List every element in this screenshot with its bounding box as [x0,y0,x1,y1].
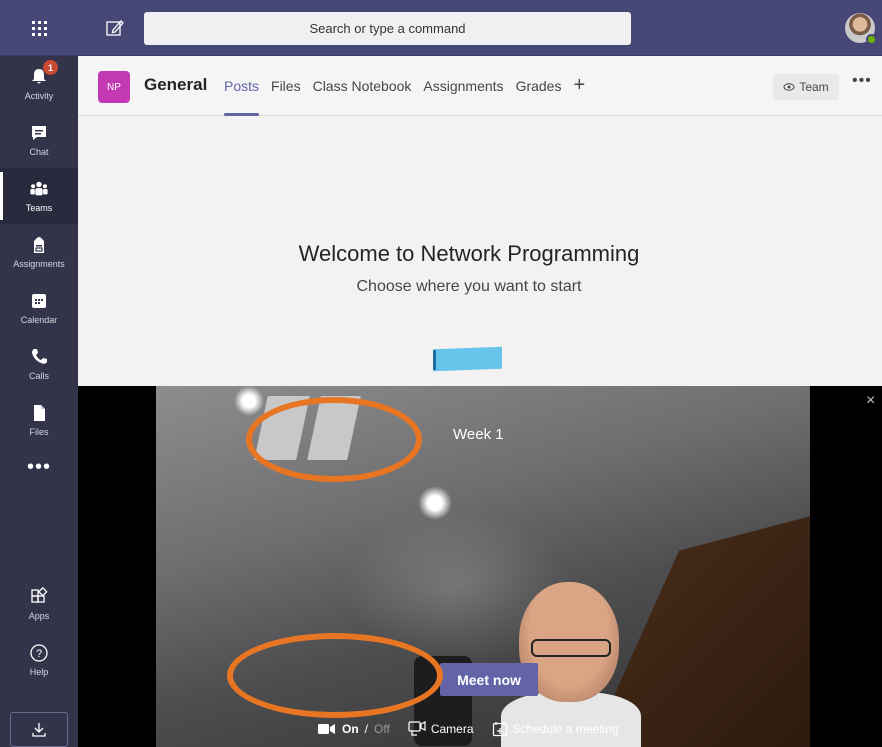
backpack-icon [29,235,49,255]
calendar-icon [29,291,49,311]
waffle-icon [31,20,47,36]
calendar-add-icon [492,722,507,737]
help-icon: ? [29,643,49,663]
download-app-button[interactable] [10,712,68,747]
team-button-label: Team [799,80,829,94]
channel-tabs: Posts Files Class Notebook Assignments G… [224,74,597,116]
channel-header: NP General Posts Files Class Notebook As… [78,56,882,116]
svg-text:?: ? [36,648,42,660]
video-camera-icon [318,724,335,734]
rail-item-calls[interactable]: Calls [0,336,78,392]
rail-item-label: Calendar [20,315,58,325]
welcome-title: Welcome to Network Programming [298,241,640,266]
meet-now-button[interactable]: Meet now [440,663,538,696]
apps-icon [29,587,49,607]
eye-icon [783,83,795,91]
close-button[interactable]: × [866,392,875,410]
welcome-subtitle: Choose where you want to start [356,278,582,295]
welcome-illustration [433,346,502,372]
phone-icon [29,347,49,367]
welcome-illustration-edge [433,350,436,370]
tab-assignments[interactable]: Assignments [423,78,503,116]
download-icon [32,722,46,737]
schedule-meeting-label: Schedule a meeting [512,722,619,736]
ceiling-light [234,386,264,416]
tab-files[interactable]: Files [271,78,301,116]
new-chat-button[interactable] [103,16,127,40]
rail-item-label: Teams [25,203,53,213]
highlight-ellipse [227,633,443,718]
rail-item-label: Assignments [13,259,65,269]
camera-button-label: Camera [430,722,474,736]
rail-item-label: Calls [28,371,49,381]
posts-pane: Welcome to Network Programming Choose wh… [78,116,882,386]
search-input[interactable]: Search or type a command [144,12,631,45]
meeting-preview: Week 1 × Meet now On / Off Camera Schedu… [78,386,882,747]
app-launcher-button[interactable] [0,0,78,56]
rail-item-calendar[interactable]: Calendar [0,280,78,336]
file-icon [29,403,49,423]
meeting-title[interactable]: Week 1 [453,426,504,443]
tab-grades[interactable]: Grades [516,78,562,116]
rail-item-label: Apps [28,611,50,621]
team-button[interactable]: Team [773,74,839,100]
camera-button[interactable]: Camera [408,721,474,737]
video-on-toggle[interactable]: On [342,722,359,736]
add-tab-button[interactable]: + [573,74,585,112]
tab-class-notebook[interactable]: Class Notebook [313,78,412,116]
camera-settings-icon [408,721,426,736]
rail-item-apps[interactable]: Apps [0,576,78,632]
rail-item-files[interactable]: Files [0,392,78,448]
toggle-separator: / [364,722,369,736]
rail-item-help[interactable]: ? Help [0,632,78,688]
rail-item-chat[interactable]: Chat [0,112,78,168]
rail-item-label: Files [29,427,49,437]
person-glasses [531,639,611,657]
video-off-toggle[interactable]: Off [374,722,390,736]
rail-item-assignments[interactable]: Assignments [0,224,78,280]
tab-posts[interactable]: Posts [224,78,260,116]
channel-name: General [144,75,208,94]
rail-item-label: Activity [24,91,54,101]
more-apps-button[interactable]: ••• [0,452,78,482]
app-header: Search or type a command [0,0,882,56]
app-bar: Activity 1 Chat Teams Assignments Calend… [0,56,78,747]
chat-icon [29,123,49,143]
notification-badge: 1 [43,60,58,75]
status-available-icon [866,34,877,45]
team-avatar: NP [98,71,130,103]
meeting-controls: On / Off Camera Schedule a meeting [318,719,619,739]
teams-icon [29,179,49,199]
rail-item-label: Help [29,667,49,677]
compose-icon [106,20,124,36]
more-options-button[interactable]: ••• [852,72,872,90]
ceiling-light [418,486,452,520]
rail-item-activity[interactable]: Activity 1 [0,56,78,112]
schedule-meeting-button[interactable]: Schedule a meeting [492,721,619,737]
rail-item-label: Chat [29,147,49,157]
highlight-ellipse [246,397,422,482]
rail-item-teams[interactable]: Teams [0,168,78,224]
